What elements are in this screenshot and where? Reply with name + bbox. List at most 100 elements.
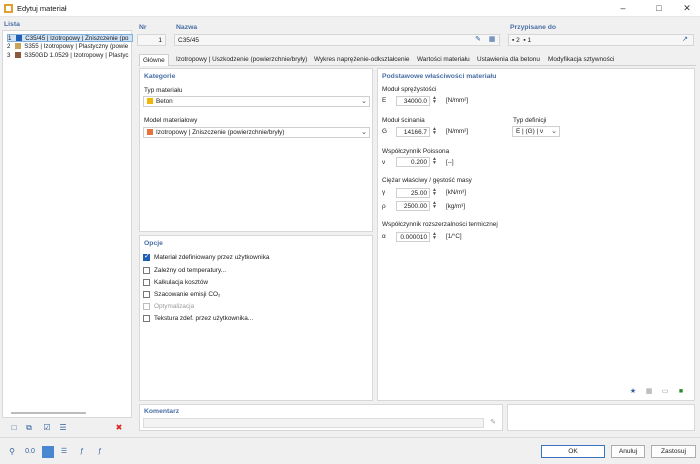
model-select[interactable]: Izotropowy | Zniszczenie (powierzchnie/b… [143, 127, 370, 138]
tab-wykres[interactable]: Wykres naprężenie-odkształcenie [311, 54, 413, 65]
properties-header: Podstawowe właściwości materiału [382, 73, 497, 80]
option-temperature[interactable]: Zależny od temperatury... [143, 267, 226, 274]
typ-definicji-value: E | (G) | ν [516, 128, 544, 135]
chevron-down-icon: ⌄ [361, 129, 367, 136]
title-bar: Edytuj materiał – □ ✕ [0, 0, 700, 17]
surface-icon: ▪ [512, 37, 515, 44]
tree-icon[interactable]: ☰ [58, 446, 70, 458]
checkbox-checked[interactable] [143, 252, 150, 261]
checkbox-disabled [143, 303, 150, 310]
e-spinner-icon[interactable]: ▲ ▼ [432, 96, 437, 105]
apply-button[interactable]: Zastosuj [651, 445, 696, 458]
alpha-unit: [1/°C] [446, 233, 462, 240]
solid-icon: ▪ [523, 37, 526, 44]
color-swatch [16, 35, 23, 41]
copy-item-icon[interactable]: ⧉ [23, 422, 35, 434]
ok-button[interactable]: OK [541, 445, 605, 458]
color-icon[interactable] [42, 446, 54, 458]
komentarz-input[interactable] [143, 418, 484, 428]
list-item-number: 3 [7, 52, 11, 59]
tab-glowne[interactable]: Główne [139, 54, 169, 66]
g-input[interactable]: 14166.7 [396, 127, 430, 137]
checkbox[interactable] [143, 291, 150, 298]
new-item-icon[interactable]: □ [8, 422, 20, 434]
alpha-input[interactable]: 0.000010 [396, 232, 430, 242]
nu-symbol: ν [382, 159, 386, 166]
select-icon[interactable]: ↗ [679, 34, 691, 46]
check-list-icon[interactable]: ☑ [41, 422, 53, 434]
material-list[interactable]: 1 C35/45 | Izotropowy | Zniszczenie (po … [2, 30, 133, 418]
list-item-label: S350GD 1.0529 | Izotropowy | Plastyc [24, 52, 129, 59]
option-label: Tekstura zdef. przez użytkownika... [154, 315, 254, 323]
nr-label: Nr [139, 24, 147, 31]
library-icon[interactable]: ▦ [486, 34, 498, 46]
option-optimization: Optymalizacja [143, 303, 194, 310]
tab-ustawienia[interactable]: Ustawienia dla betonu [474, 54, 543, 65]
kategorie-header: Kategorie [144, 73, 176, 80]
model-label: Model materiałowy [144, 117, 198, 124]
filter-list-icon[interactable]: ☰ [57, 422, 69, 434]
gamma-spinner-icon[interactable]: ▲ ▼ [432, 188, 437, 197]
app-icon [4, 4, 13, 13]
przypisane-field[interactable]: ▪ 2 ▪ 1 [508, 34, 694, 46]
list-scrollbar[interactable] [11, 412, 86, 414]
option-user-defined[interactable]: Materiał zdefiniowany przez użytkownika [143, 252, 269, 261]
list-item-number: 2 [7, 43, 11, 50]
nazwa-label: Nazwa [176, 24, 198, 31]
option-texture[interactable]: Tekstura zdef. przez użytkownika... [143, 315, 253, 322]
checkbox[interactable] [143, 279, 150, 286]
typ-materialu-select[interactable]: Beton ⌄ [143, 96, 370, 107]
option-costs[interactable]: Kalkulacja kosztów [143, 279, 208, 286]
list-item[interactable]: 2 S355 | Izotropowy | Plastyczny (powie [7, 43, 133, 51]
nu-input[interactable]: 0.200 [396, 157, 430, 167]
alpha-spinner-icon[interactable]: ▲ ▼ [432, 232, 437, 241]
cancel-button[interactable]: Anuluj [611, 445, 645, 458]
function-icon[interactable]: ƒ [94, 446, 106, 458]
option-label: Zależny od temperatury... [154, 267, 226, 275]
window-title: Edytuj materiał [17, 4, 67, 13]
nu-spinner-icon[interactable]: ▲ ▼ [432, 157, 437, 166]
g-unit: [N/mm²] [446, 128, 468, 135]
rho-unit: [kg/m³] [446, 203, 465, 210]
tab-modyfikacja[interactable]: Modyfikacja sztywności [545, 54, 617, 65]
option-label: Kalkulacja kosztów [154, 279, 208, 287]
close-icon[interactable]: ✕ [676, 0, 698, 16]
table-icon[interactable]: ▦ [643, 386, 655, 398]
g-section-label: Moduł ścinania [382, 117, 425, 124]
comment-library-icon[interactable]: ✎ [487, 417, 499, 429]
rho-spinner-icon[interactable]: ▲ ▼ [432, 201, 437, 210]
color-palette-icon[interactable]: ■ [675, 386, 687, 398]
maximize-icon[interactable]: □ [648, 0, 670, 16]
edit-name-icon[interactable]: ✎ [472, 34, 484, 46]
list-item[interactable]: 3 S350GD 1.0529 | Izotropowy | Plastyc [7, 52, 133, 60]
formula-icon[interactable]: ƒ [76, 446, 88, 458]
search-icon[interactable]: ⚲ [6, 446, 18, 458]
g-spinner-icon[interactable]: ▲ ▼ [432, 127, 437, 136]
value-icon[interactable]: 0.0 [24, 446, 36, 458]
option-co2[interactable]: Szacowanie emisji CO₂ [143, 291, 220, 298]
minimize-icon[interactable]: – [612, 0, 634, 16]
nr-field[interactable]: 1 [137, 34, 166, 46]
list-item-label: C35/45 | Izotropowy | Zniszczenie (po [25, 35, 129, 42]
pin-icon[interactable]: ★ [627, 386, 639, 398]
list-item[interactable]: 1 C35/45 | Izotropowy | Zniszczenie (po [7, 34, 133, 42]
typ-definicji-label: Typ definicji [513, 117, 547, 124]
rho-input[interactable]: 2500.00 [396, 201, 430, 211]
checkbox[interactable] [143, 267, 150, 274]
przypisane-solids: 1 [527, 37, 532, 44]
nu-unit: [--] [446, 159, 454, 166]
alpha-symbol: α [382, 233, 386, 240]
delete-icon[interactable]: ✖ [113, 422, 125, 434]
tab-wartosci[interactable]: Wartości materiału [414, 54, 473, 65]
tab-izotropowy[interactable]: Izotropowy | Uszkodzenie (powierzchnie/b… [173, 54, 310, 65]
g-symbol: G [382, 128, 387, 135]
export-icon[interactable]: ▭ [659, 386, 671, 398]
checkbox[interactable] [143, 315, 150, 322]
typ-definicji-select[interactable]: E | (G) | ν ⌄ [512, 126, 560, 137]
beton-swatch [147, 97, 153, 104]
gamma-input[interactable]: 25.00 [396, 188, 430, 198]
nazwa-field[interactable]: C35/45 [174, 34, 500, 46]
color-swatch [15, 52, 22, 58]
e-input[interactable]: 34000.0 [396, 96, 430, 106]
kategorie-panel: Kategorie Typ materiału Beton ⌄ Model ma… [139, 68, 373, 232]
